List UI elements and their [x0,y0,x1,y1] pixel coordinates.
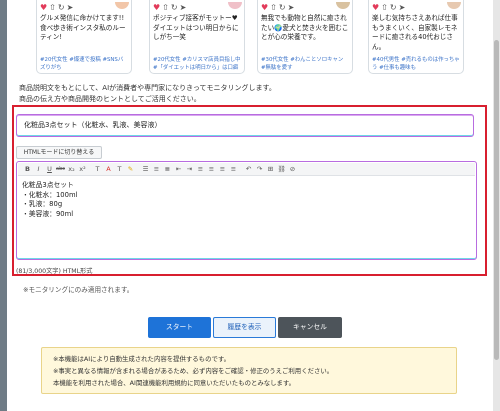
bullet-list-icon[interactable]: ☰ [140,164,151,175]
align-right-icon[interactable]: ≡ [217,164,228,175]
paragraph-icon[interactable]: ≣ [162,164,173,175]
send-icon[interactable]: ➤ [399,3,406,12]
persona-card[interactable]: ♥ ⇧ ↻ ➤ ポジティブ接客がモットー♥ダイエットはつい明日からにしがち一笑 … [149,0,245,74]
description-line: 商品の伝え方や商品開発のヒントとしてご活用ください。 [19,95,201,103]
card-text: 無我でも動物と自然に癒されたい🌍愛犬と焚き火を囲むことが心の栄養です。 [261,14,349,41]
link-icon[interactable]: ⛓ [276,164,287,175]
product-title-input[interactable]: 化粧品3点セット（化粧水、乳液、美容液） [16,114,474,137]
ai-disclaimer-notice: ※本機能はAIにより自動生成された内容を提供するものです。 ※事実と異なる情報が… [41,347,457,394]
heart-icon[interactable]: ♥ [372,3,379,12]
notice-line: ※事実と異なる情報が含まれる場合があるため、必ず内容をご確認・修正のうえご利用く… [53,367,334,375]
align-left-icon[interactable]: ≡ [195,164,206,175]
repeat-icon[interactable]: ↻ [171,3,178,12]
persona-cards: ♥ ⇧ ↻ ➤ グルメ発信に命かけてます!!食べ歩き術インスタ私のルーティン! … [36,0,486,78]
italic-icon[interactable]: I [33,164,44,175]
card-text: 楽しむ気持ちさえあれば仕事もうまくいく、自家製レモネードに癒される40代おじさん… [372,14,458,51]
editor-content[interactable]: 化粧品3点セット ・化粧水：100ml ・乳液：80g ・美容液：90ml [22,181,77,219]
share-icon[interactable]: ⇧ [381,3,388,12]
card-tags: #20代女性 #爆速で投稿 #SNSバズりがち [40,57,124,71]
heart-icon[interactable]: ♥ [153,3,160,12]
strikethrough-icon[interactable]: abc [55,164,66,175]
card-tags: #30代女性 #わんことソロキャン #無駄を愛す [261,57,344,71]
share-icon[interactable]: ⇧ [162,3,169,12]
subscript-icon[interactable]: x₂ [66,164,77,175]
repeat-icon[interactable]: ↻ [58,3,65,12]
card-tags: #20代女性 #カリスマ店員目指し中 #「ダイエットは明日から」は口癖 [153,57,241,71]
table-icon[interactable]: ⊞ [265,164,276,175]
monitoring-note: ※モニタリングにのみ適用されます。 [23,286,134,294]
highlight-icon[interactable]: ✎ [125,164,136,175]
content-line: 化粧品3点セット [22,181,74,189]
numbered-list-icon[interactable]: ≡ [151,164,162,175]
content-line: ・化粧水：100ml [22,190,78,199]
align-justify-icon[interactable]: ≡ [228,164,239,175]
persona-card[interactable]: ♥ ⇧ ↻ ➤ 楽しむ気持ちさえあれば仕事もうまくいく、自家製レモネードに癒され… [368,0,464,74]
send-icon[interactable]: ➤ [180,3,187,12]
card-text: ポジティブ接客がモットー♥ダイエットはつい明日からにしがち一笑 [153,14,239,41]
redo-icon[interactable]: ↷ [254,164,265,175]
underline-icon[interactable]: U [44,164,55,175]
outdent-icon[interactable]: ⇤ [173,164,184,175]
char-counter: (81/3,000文字) HTML形式 [16,268,93,275]
share-icon[interactable]: ⇧ [270,3,277,12]
heart-icon[interactable]: ♥ [261,3,268,12]
share-icon[interactable]: ⇧ [49,3,56,12]
notice-line: 本機能を利用された場合、AI関連機能利用規約に同意いただいたものとみなします。 [53,379,296,387]
content-line: ・美容液：90ml [22,209,74,218]
editor-toolbar: B I U abc x₂ x² T A T ✎ ☰ ≡ ≣ ⇤ ⇥ ≡ ≡ ≡ … [18,163,475,176]
send-icon[interactable]: ➤ [67,3,74,12]
persona-card[interactable]: ♥ ⇧ ↻ ➤ グルメ発信に命かけてます!!食べ歩き術インスタ私のルーティン! … [36,0,132,74]
html-mode-toggle-button[interactable]: HTMLモードに切り替える [16,146,102,159]
font-color-icon[interactable]: A [103,164,114,175]
content-line: ・乳液：80g [22,200,63,208]
cancel-button[interactable]: キャンセル [278,317,342,338]
notice-line: ※本機能はAIにより自動生成された内容を提供するものです。 [53,355,230,363]
undo-icon[interactable]: ↶ [243,164,254,175]
align-center-icon[interactable]: ≡ [206,164,217,175]
vertical-scrollbar[interactable] [493,0,500,411]
send-icon[interactable]: ➤ [288,3,295,12]
bold-icon[interactable]: B [22,164,33,175]
repeat-icon[interactable]: ↻ [390,3,397,12]
superscript-icon[interactable]: x² [77,164,88,175]
font-size-icon[interactable]: T [92,164,103,175]
description-line: 商品説明文をもとにして、AIが消費者や専門家になりきってモニタリングします。 [19,84,276,92]
rich-text-editor[interactable]: B I U abc x₂ x² T A T ✎ ☰ ≡ ≣ ⇤ ⇥ ≡ ≡ ≡ … [16,161,477,260]
start-button[interactable]: スタート [148,317,211,338]
scrollbar-thumb[interactable] [494,40,499,360]
card-tags: #40代男性 #売れるものは作っちゃう #仕事も趣味も [372,57,460,71]
persona-card[interactable]: ♥ ⇧ ↻ ➤ 無我でも動物と自然に癒されたい🌍愛犬と焚き火を囲むことが心の栄養… [257,0,353,74]
repeat-icon[interactable]: ↻ [279,3,286,12]
text-style-icon[interactable]: T [114,164,125,175]
indent-icon[interactable]: ⇥ [184,164,195,175]
card-text: グルメ発信に命かけてます!!食べ歩き術インスタ私のルーティン! [40,14,126,41]
heart-icon[interactable]: ♥ [40,3,47,12]
clear-format-icon[interactable]: ⊘ [287,164,298,175]
show-history-button[interactable]: 履歴を表示 [213,317,276,338]
